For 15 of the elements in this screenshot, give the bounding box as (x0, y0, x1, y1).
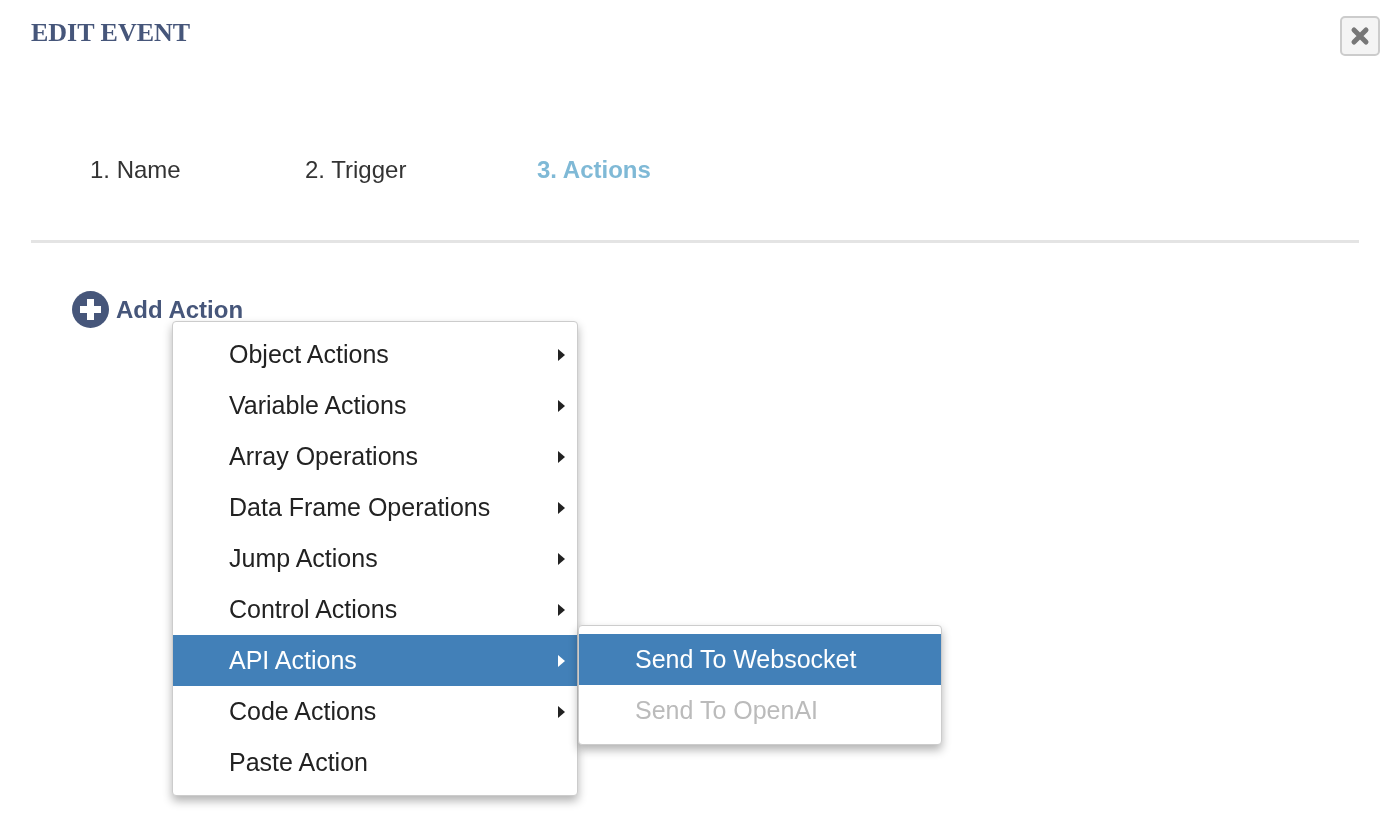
menu-item[interactable]: Variable Actions (173, 380, 577, 431)
menu-item[interactable]: Array Operations (173, 431, 577, 482)
menu-item[interactable]: Object Actions (173, 329, 577, 380)
menu-item[interactable]: Jump Actions (173, 533, 577, 584)
menu-item[interactable]: Code Actions (173, 686, 577, 737)
menu-item[interactable]: Data Frame Operations (173, 482, 577, 533)
dialog-title: EDIT EVENT (31, 17, 191, 49)
step-tab[interactable]: 2. Trigger (305, 153, 537, 187)
close-icon (1350, 26, 1370, 46)
plus-icon (72, 291, 109, 328)
menu-item[interactable]: Control Actions (173, 584, 577, 635)
submenu-item[interactable]: Send To Websocket (579, 634, 941, 685)
close-button[interactable] (1340, 16, 1380, 56)
menu-item[interactable]: Paste Action (173, 737, 577, 788)
step-tab[interactable]: 1. Name (90, 153, 305, 187)
